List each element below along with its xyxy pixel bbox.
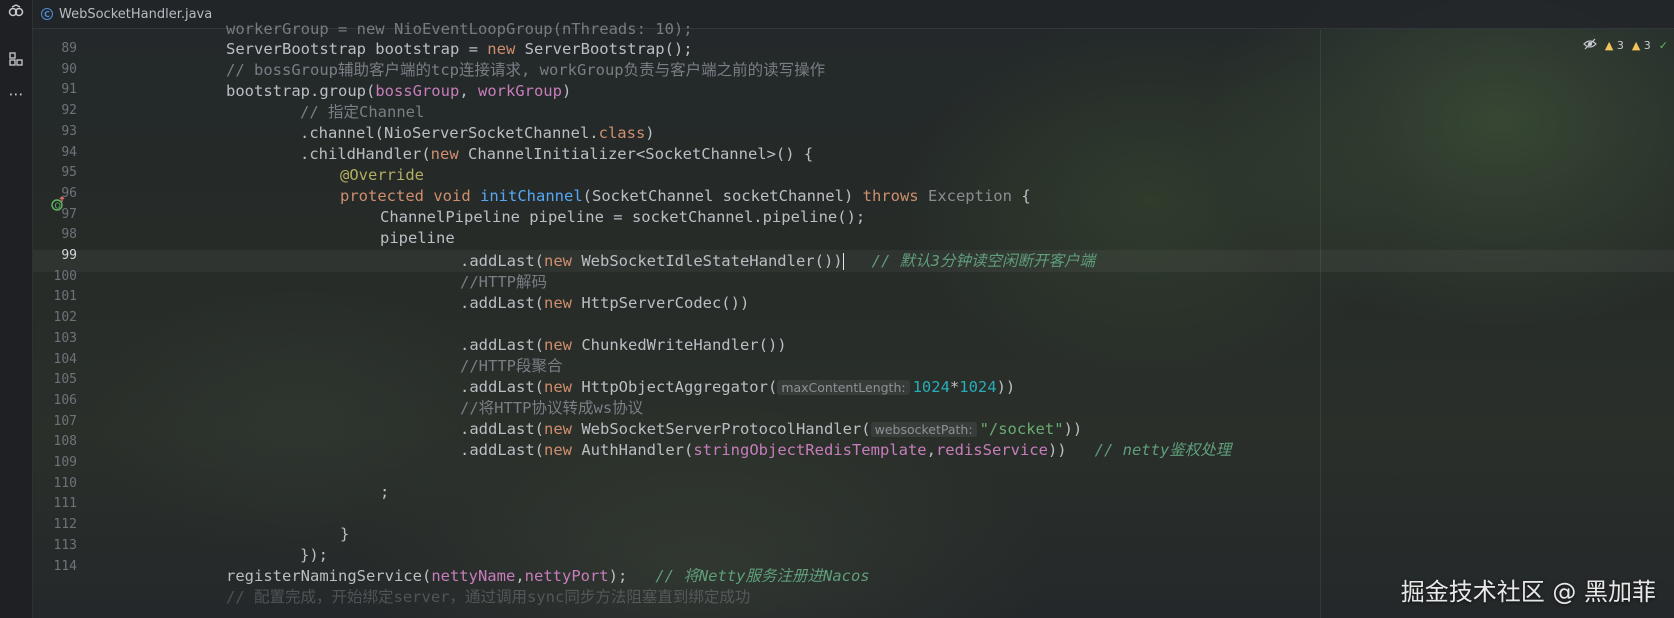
code-line-114: registerNamingService(nettyName,nettyPor…	[226, 567, 870, 585]
line-number[interactable]: 105	[33, 369, 77, 391]
line-number[interactable]: 103	[33, 328, 77, 350]
code-line-110: ;	[380, 483, 390, 501]
code-line-98: pipeline	[380, 229, 455, 247]
line-number[interactable]: 93	[33, 121, 77, 143]
code-line-99: .addLast(new WebSocketIdleStateHandler()…	[460, 252, 1095, 270]
code-line-89: ServerBootstrap bootstrap = new ServerBo…	[226, 40, 693, 58]
line-number[interactable]: 111	[33, 493, 77, 515]
line-number[interactable]: 92	[33, 100, 77, 122]
override-method-icon[interactable]: O	[50, 196, 68, 214]
code-line-107: .addLast(new WebSocketServerProtocolHand…	[460, 420, 1083, 438]
param-hint-max-content-length: maxContentLength:	[777, 380, 910, 395]
line-number[interactable]: 89	[33, 38, 77, 60]
code-line-113: });	[300, 546, 328, 564]
line-number[interactable]: 95	[33, 162, 77, 184]
code-line-105: .addLast(new HttpObjectAggregator(maxCon…	[460, 378, 1016, 396]
code-line-112: }	[340, 525, 350, 543]
code-line-101: .addLast(new HttpServerCodec())	[460, 294, 750, 312]
line-number-gutter[interactable]: 89 90 91 92 93 94 95 96 97 98 99 100 101 102 103 104 105…	[33, 30, 115, 618]
line-number[interactable]: 94	[33, 142, 77, 164]
line-number[interactable]: 90	[33, 59, 77, 81]
code-line-104: //HTTP段聚合	[460, 357, 563, 375]
watermark: 掘金技术社区 @ 黑加菲	[1400, 578, 1656, 606]
code-line-103: .addLast(new ChunkedWriteHandler())	[460, 336, 787, 354]
structure-icon[interactable]	[0, 47, 32, 71]
code-line-92: // 指定Channel	[300, 103, 425, 121]
code-line-93: .channel(NioServerSocketChannel.class)	[300, 124, 655, 142]
code-line-94: .childHandler(new ChannelInitializer<Soc…	[300, 145, 814, 163]
code-line-90: // bossGroup辅助客户端的tcp连接请求, workGroup负责与客…	[226, 61, 826, 79]
param-hint-websocket-path: websocketPath:	[870, 422, 977, 437]
code-line-97: ChannelPipeline pipeline = socketChannel…	[380, 208, 866, 226]
line-number[interactable]: 91	[33, 79, 77, 101]
activity-bar: ⋯	[0, 0, 33, 618]
line-number[interactable]: 108	[33, 431, 77, 453]
code-line-88-partial: workerGroup = new NioEventLoopGroup(nThr…	[226, 20, 693, 38]
code-line-115-partial: // 配置完成，开始绑定server，通过调用sync同步方法阻塞直到绑定成功	[226, 588, 751, 606]
code-line-95: @Override	[340, 166, 424, 184]
file-tab[interactable]: C WebSocketHandler.java	[41, 3, 212, 25]
class-icon: C	[41, 8, 53, 20]
code-line-100: //HTTP解码	[460, 273, 547, 291]
line-number[interactable]: 109	[33, 452, 77, 474]
line-number[interactable]: 113	[33, 535, 77, 557]
line-number[interactable]: 98	[33, 224, 77, 246]
code-line-96: protected void initChannel(SocketChannel…	[340, 187, 1031, 205]
code-editor[interactable]: workerGroup = new NioEventLoopGroup(nThr…	[118, 20, 1674, 618]
line-number[interactable]: 114	[33, 556, 77, 578]
line-number[interactable]: 110	[33, 473, 77, 495]
line-number[interactable]: 100	[33, 266, 77, 288]
copilot-icon[interactable]	[0, 0, 32, 24]
line-number[interactable]: 99	[33, 245, 77, 267]
more-icon[interactable]: ⋯	[0, 82, 32, 106]
line-number[interactable]: 107	[33, 411, 77, 433]
line-number[interactable]: 101	[33, 286, 77, 308]
code-line-108: .addLast(new AuthHandler(stringObjectRed…	[460, 441, 1232, 459]
line-number[interactable]: 112	[33, 514, 77, 536]
svg-text:O: O	[55, 202, 61, 211]
code-line-106: //将HTTP协议转成ws协议	[460, 399, 644, 417]
line-number[interactable]: 104	[33, 349, 77, 371]
line-number[interactable]: 102	[33, 307, 77, 329]
file-tab-label: WebSocketHandler.java	[59, 6, 213, 22]
line-number[interactable]: 106	[33, 390, 77, 412]
code-line-91: bootstrap.group(bossGroup, workGroup)	[226, 82, 572, 100]
